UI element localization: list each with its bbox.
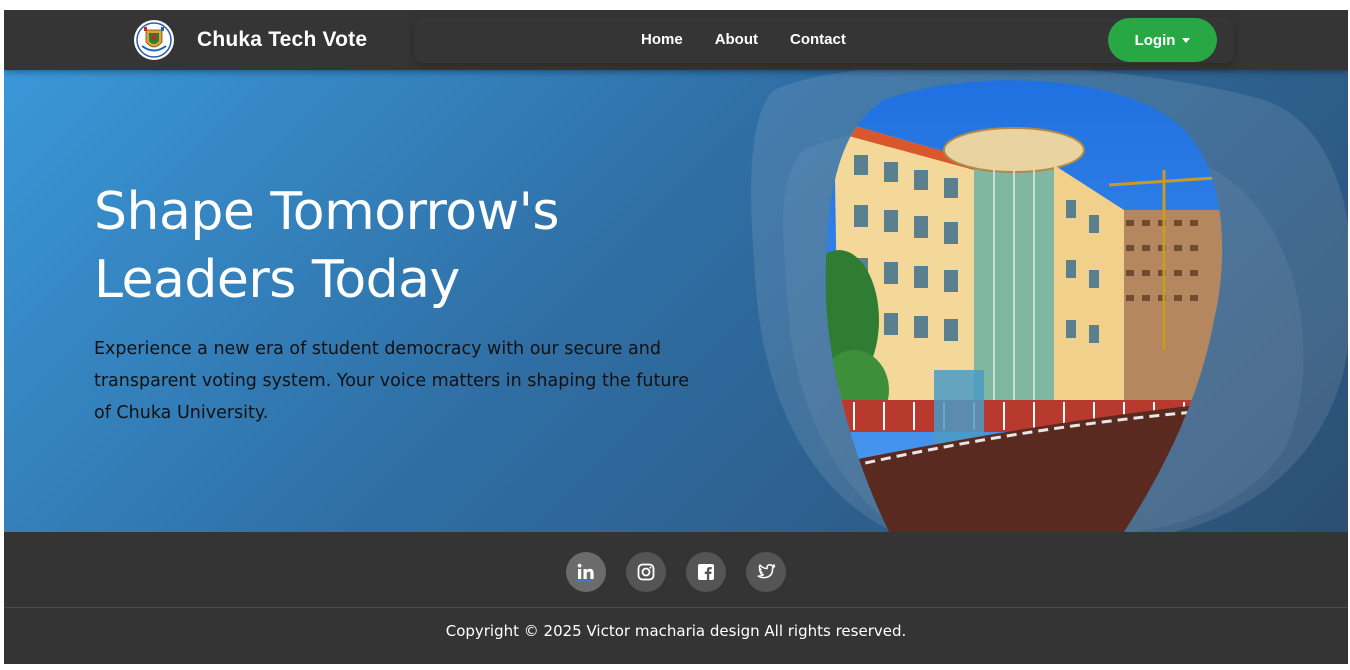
instagram-icon: [637, 563, 655, 581]
copyright-text: Copyright © 2025 Victor macharia design …: [445, 622, 907, 640]
twitter-link[interactable]: [746, 552, 786, 592]
hero-title: Shape Tomorrow's Leaders Today: [94, 182, 560, 310]
linkedin-link[interactable]: [566, 552, 606, 592]
nav-link-about[interactable]: About: [715, 30, 758, 50]
social-links: [566, 552, 806, 592]
instagram-link[interactable]: [626, 552, 666, 592]
login-dropdown-button[interactable]: Login: [1108, 18, 1217, 62]
hero-subtitle: Experience a new era of student democrac…: [94, 339, 690, 423]
nav-link-home[interactable]: Home: [641, 30, 683, 50]
brand-title: Chuka Tech Vote: [197, 28, 368, 51]
twitter-icon: [757, 564, 776, 579]
nav-link-contact[interactable]: Contact: [790, 30, 846, 50]
linkedin-icon: [577, 563, 594, 582]
app-window: Chuka Tech Vote Home About Contact Login…: [4, 10, 1348, 664]
nav-links: Home About Contact: [641, 30, 878, 50]
top-navbar: Chuka Tech Vote Home About Contact Login: [4, 10, 1348, 70]
facebook-link[interactable]: [686, 552, 726, 592]
university-crest-icon: [134, 20, 174, 60]
hero-image: [751, 70, 1348, 532]
footer: Copyright © 2025 Victor macharia design …: [4, 532, 1348, 664]
facebook-icon: [698, 564, 714, 580]
hero-section: Shape Tomorrow's Leaders Today Experienc…: [4, 70, 1348, 532]
brand-link[interactable]: Chuka Tech Vote: [134, 19, 367, 61]
login-label: Login: [1134, 31, 1176, 49]
footer-divider: [4, 607, 1348, 608]
caret-down-icon: [1182, 37, 1191, 43]
